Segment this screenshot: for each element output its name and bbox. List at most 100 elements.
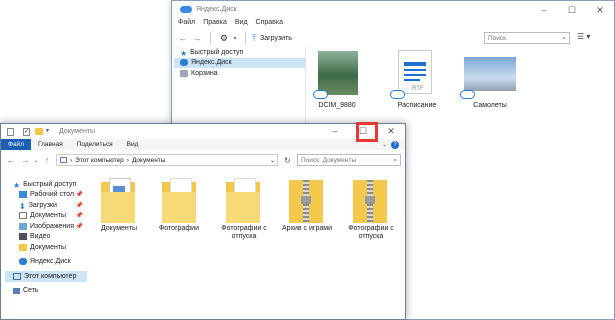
file-label: Самолеты — [473, 102, 507, 109]
nav-downloads[interactable]: ⬇ Загрузки 📌 — [5, 200, 87, 211]
pin-icon[interactable]: 📌 — [76, 223, 87, 230]
tab-home[interactable]: Главная — [31, 139, 70, 150]
nav-this-pc[interactable]: Этот компьютер — [5, 271, 87, 282]
tab-file[interactable]: Файл — [1, 139, 31, 150]
cloud-icon — [180, 59, 188, 67]
nav-documents-folder[interactable]: Документы — [5, 242, 87, 253]
folder-icon — [35, 128, 43, 135]
refresh-icon[interactable]: ↻ — [284, 156, 291, 165]
folder-label: Фотографии с отпуска — [221, 225, 267, 240]
search-input[interactable]: Поиск ⌕ — [484, 32, 570, 44]
yandex-disk-logo-icon — [180, 6, 192, 13]
cloud-icon — [19, 258, 27, 266]
chevron-down-icon[interactable]: ▾ — [46, 127, 49, 134]
nav-quick-access[interactable]: ★ Быстрый доступ — [5, 179, 87, 190]
zip-folder-icon[interactable] — [289, 178, 325, 223]
file-item[interactable] — [318, 51, 358, 95]
close-icon[interactable]: ✕ — [377, 124, 405, 139]
file-item[interactable] — [464, 57, 516, 91]
photo-thumbnail — [318, 51, 358, 95]
rtf-badge: RTF — [412, 86, 424, 92]
menu-edit[interactable]: Правка — [203, 19, 227, 26]
nav-network[interactable]: Сеть — [5, 286, 87, 297]
cloud-icon — [313, 90, 328, 99]
trash-icon — [180, 69, 188, 77]
nav-desktop[interactable]: Рабочий стол 📌 — [5, 190, 87, 201]
check-icon: ✓ — [23, 128, 30, 136]
photo-thumbnail — [464, 57, 516, 91]
minimize-icon[interactable]: – — [530, 1, 558, 19]
forward-arrow-icon[interactable]: → — [18, 155, 32, 165]
folder-icon[interactable] — [162, 178, 198, 223]
folder-icon — [19, 243, 27, 251]
up-arrow-icon[interactable]: ↑ — [40, 155, 54, 165]
maximize-highlight — [356, 122, 378, 142]
nav-yandex-disk[interactable]: Яндекс.Диск — [174, 57, 305, 68]
chevron-down-icon[interactable]: ⌄ — [382, 141, 387, 148]
minimize-icon[interactable]: – — [321, 124, 349, 139]
nav-quick-access[interactable]: ★ Быстрый доступ — [174, 47, 305, 58]
nav-pictures[interactable]: Изображения 📌 — [5, 221, 87, 232]
title-bar: ✓ ▾ Документы – ☐ ✕ — [1, 124, 405, 139]
chevron-down-icon[interactable]: ⌄ — [32, 157, 40, 164]
desktop-icon — [19, 191, 27, 199]
pin-icon[interactable]: 📌 — [76, 202, 87, 209]
chevron-down-icon[interactable]: ⌄ — [270, 157, 277, 164]
title-bar: Яндекс.Диск – ☐ ✕ — [172, 1, 614, 19]
search-icon: ⌕ — [562, 35, 566, 42]
maximize-icon[interactable]: ☐ — [558, 1, 586, 19]
nav-documents[interactable]: Документы 📌 — [5, 211, 87, 222]
star-icon: ★ — [13, 180, 21, 190]
gear-icon[interactable]: ⚙ — [217, 33, 231, 44]
menu-file[interactable]: Файл — [178, 19, 195, 26]
close-icon[interactable]: ✕ — [586, 1, 614, 19]
address-bar[interactable]: › Этот компьютер › Документы ⌄ — [56, 154, 278, 166]
rtf-file-icon[interactable]: RTF — [398, 50, 434, 96]
breadcrumb-documents[interactable]: Документы — [132, 157, 166, 164]
menu-view[interactable]: Вид — [235, 19, 248, 26]
nav-yandex-disk[interactable]: Яндекс.Диск — [5, 257, 87, 268]
help-icon[interactable]: ? — [391, 140, 399, 149]
computer-icon — [60, 157, 67, 163]
star-icon: ★ — [180, 48, 188, 58]
zip-folder-icon[interactable] — [353, 178, 389, 223]
pin-icon[interactable]: 📌 — [76, 191, 87, 198]
search-input[interactable]: Поиск: Документы ⌕ — [297, 154, 401, 166]
documents-icon — [19, 212, 27, 220]
tab-share[interactable]: Поделиться — [70, 139, 120, 150]
back-arrow-icon[interactable]: ← — [4, 155, 18, 165]
folder-label: Документы — [100, 225, 138, 232]
ribbon-tabs: Файл Главная Поделиться Вид ⌄ ? — [1, 139, 405, 150]
file-label: Расписание — [397, 102, 437, 109]
app-icon — [7, 128, 14, 136]
file-label: DCIM_9880 — [318, 102, 356, 109]
computer-icon — [13, 272, 21, 280]
tab-view[interactable]: Вид — [120, 139, 146, 150]
back-arrow-icon[interactable]: ← — [176, 33, 190, 43]
breadcrumb-separator: › — [70, 156, 73, 164]
explorer-window: ✓ ▾ Документы – ☐ ✕ Файл Главная Поделит… — [0, 123, 406, 320]
pin-icon[interactable]: 📌 — [76, 212, 87, 219]
view-toggle[interactable]: ☰ ▾ — [577, 32, 607, 44]
nav-trash[interactable]: Корзина — [174, 68, 305, 79]
upload-button[interactable]: Загрузить — [260, 35, 292, 42]
folder-label: Фотографии — [158, 225, 199, 232]
breadcrumb-separator: › — [126, 156, 129, 164]
cloud-icon — [390, 90, 405, 99]
network-icon — [13, 287, 20, 294]
menu-help[interactable]: Справка — [256, 19, 283, 26]
folder-icon[interactable] — [226, 178, 262, 223]
breadcrumb-this-pc[interactable]: Этот компьютер — [75, 157, 124, 164]
chevron-down-icon[interactable]: ▾ — [231, 35, 239, 42]
forward-arrow-icon[interactable]: → — [190, 33, 204, 43]
folder-label: Архив с играми — [282, 225, 332, 232]
video-icon — [19, 233, 27, 241]
menu-bar: Файл Правка Вид Справка — [178, 19, 283, 26]
search-icon: ⌕ — [393, 157, 397, 164]
nav-video[interactable]: Видео — [5, 232, 87, 243]
upload-icon[interactable]: ⤒ — [252, 33, 256, 44]
folder-icon[interactable] — [101, 178, 137, 223]
download-icon: ⬇ — [19, 201, 26, 211]
cloud-icon — [460, 90, 475, 99]
explorer-nav-pane: ★ Быстрый доступ Рабочий стол 📌 ⬇ Загрузки 📌… — [5, 179, 87, 319]
